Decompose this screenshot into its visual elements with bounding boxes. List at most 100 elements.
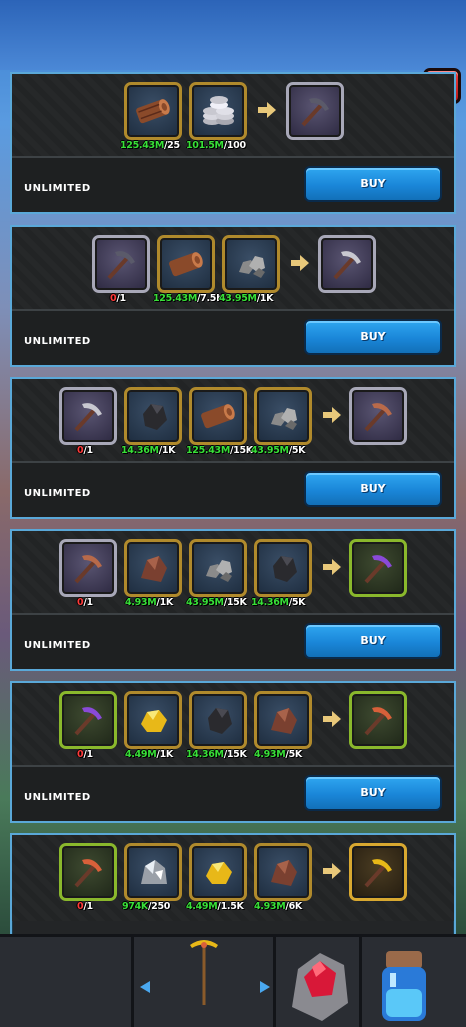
ruby-gem-icon [292, 953, 348, 1021]
buy-button[interactable]: BUY [304, 319, 442, 355]
result-slot[interactable] [349, 843, 407, 901]
result-slot[interactable] [349, 387, 407, 445]
background-header [0, 0, 466, 70]
ingredient-quantity: 14.36M/5K [251, 597, 306, 608]
ingredient-slot[interactable] [59, 387, 117, 445]
copper-ore-icon [271, 860, 297, 886]
ingredient-slot[interactable] [189, 691, 247, 749]
stock-status: UNLIMITED [24, 488, 91, 499]
ingredient-slot[interactable] [189, 539, 247, 597]
ingredient-quantity: 0/1 [77, 749, 93, 760]
silver-ore-icon [141, 860, 167, 884]
recipe-card: 0/1 14.36M/1K 125.43M/15K 43.95M/5K UNLI… [10, 377, 456, 519]
ingredient-slot[interactable] [124, 539, 182, 597]
ingredient-slot[interactable] [254, 691, 312, 749]
stock-status: UNLIMITED [24, 792, 91, 803]
ingredient-quantity: 4.49M/1.5K [186, 901, 244, 912]
ingredient-quantity: 125.43M/7.5K [153, 293, 224, 304]
recipe-card: 0/1 4.49M/1K 14.36M/15K 4.93M/5K UNLIMIT… [10, 681, 456, 823]
ingredient-quantity: 43.95M/5K [251, 445, 306, 456]
pickaxe-icon [74, 403, 102, 432]
pickaxe-icon [74, 707, 102, 736]
stock-status: UNLIMITED [24, 183, 91, 194]
ingredient-slot[interactable] [254, 843, 312, 901]
arrow-right-icon [258, 102, 276, 118]
ingredient-slot[interactable] [124, 387, 182, 445]
ingredient-slot[interactable] [124, 843, 182, 901]
ingredient-quantity: 125.43M/15K [186, 445, 253, 456]
ingredient-slot[interactable] [254, 387, 312, 445]
result-slot[interactable] [286, 82, 344, 140]
coal-icon [143, 404, 167, 430]
gold-pickaxe-icon [364, 859, 392, 888]
copper-pickaxe-icon [364, 403, 392, 432]
stone-icon [271, 408, 297, 430]
ingredient-slot[interactable] [59, 691, 117, 749]
arrow-right-icon [323, 711, 341, 727]
next-arrow-icon[interactable] [260, 981, 270, 993]
stock-status: UNLIMITED [24, 336, 91, 347]
ingredient-slot[interactable] [124, 82, 182, 140]
ingredient-quantity: 43.95M/15K [186, 597, 247, 608]
buy-button[interactable]: BUY [304, 166, 442, 202]
arrow-right-icon [323, 863, 341, 879]
arrow-right-icon [291, 255, 309, 271]
ingredient-slot[interactable] [189, 843, 247, 901]
result-slot[interactable] [349, 691, 407, 749]
ingredient-slot[interactable] [189, 387, 247, 445]
ingredient-quantity: 0/1 [77, 445, 93, 456]
stock-status: UNLIMITED [24, 640, 91, 651]
ingredient-quantity: 0/1 [77, 597, 93, 608]
gold-ore-icon [206, 862, 232, 884]
hotbar-slot-potion[interactable] [362, 937, 466, 1027]
ingredient-quantity: 4.93M/5K [254, 749, 302, 760]
ingredient-quantity: 4.49M/1K [125, 749, 173, 760]
hotbar-slot-ruby[interactable] [276, 937, 362, 1027]
ingredient-quantity: 101.5M/100 [186, 140, 246, 151]
pickaxe-icon [74, 859, 102, 888]
ingredient-slot[interactable] [157, 235, 215, 293]
ingredient-quantity: 974K/250 [122, 901, 171, 912]
ingredient-slot[interactable] [189, 82, 247, 140]
recipe-card: 125.43M/25 101.5M/100 UNLIMITED BUY [10, 72, 456, 214]
prev-arrow-icon[interactable] [140, 981, 150, 993]
ingredient-quantity: 0/1 [110, 293, 126, 304]
buy-button[interactable]: BUY [304, 775, 442, 811]
hotbar-slot-tool[interactable] [134, 937, 276, 1027]
pickaxe-icon [107, 251, 135, 280]
coal-icon [208, 708, 232, 734]
ingredient-slot[interactable] [124, 691, 182, 749]
ingredient-slot[interactable] [254, 539, 312, 597]
ingredient-quantity: 4.93M/6K [254, 901, 302, 912]
log-icon [201, 404, 235, 429]
ingredient-slot[interactable] [222, 235, 280, 293]
stone-pickaxe-icon [333, 251, 361, 280]
coins-icon [203, 96, 234, 125]
ingredient-quantity: 43.95M/1K [219, 293, 274, 304]
arrow-right-icon [323, 559, 341, 575]
potion-jar-icon [382, 951, 426, 1021]
ingredient-slot[interactable] [59, 843, 117, 901]
gold-ore-icon [141, 710, 167, 732]
ingredient-quantity: 4.93M/1K [125, 597, 173, 608]
log-icon [136, 99, 170, 124]
amethyst-pickaxe-icon [364, 555, 392, 584]
result-slot[interactable] [349, 539, 407, 597]
log-icon [169, 252, 203, 277]
stone-icon [206, 560, 232, 582]
result-slot[interactable] [318, 235, 376, 293]
buy-button[interactable]: BUY [304, 471, 442, 507]
recipe-card: 0/1 4.93M/1K 43.95M/15K 14.36M/5K UNLIMI… [10, 529, 456, 671]
ingredient-slot[interactable] [92, 235, 150, 293]
recipe-card: 0/1 125.43M/7.5K 43.95M/1K UNLIMITED BUY [10, 225, 456, 367]
copper-ore-icon [271, 708, 297, 734]
buy-button[interactable]: BUY [304, 623, 442, 659]
coal-icon [273, 556, 297, 582]
iron-pickaxe-icon [301, 98, 329, 127]
bottom-hotbar [0, 934, 466, 1027]
ingredient-slot[interactable] [59, 539, 117, 597]
hotbar-slot-empty[interactable] [0, 937, 134, 1027]
ingredient-quantity: 14.36M/15K [186, 749, 247, 760]
pickaxe-icon [190, 940, 218, 1005]
copper-ore-icon [141, 556, 167, 582]
